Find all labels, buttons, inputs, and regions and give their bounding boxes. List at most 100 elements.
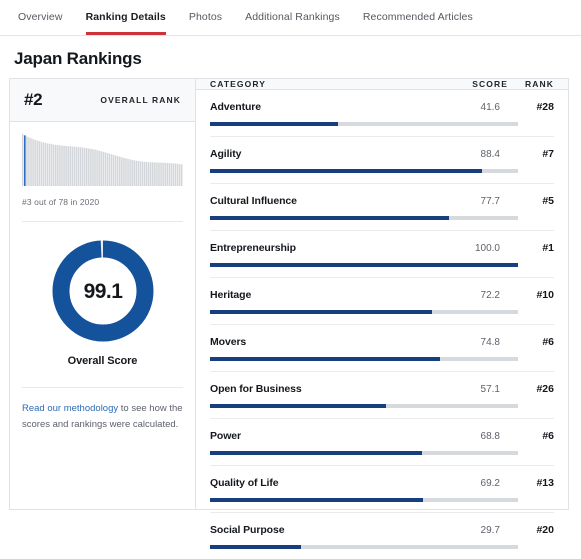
sparkline-bar [28, 137, 30, 186]
sparkline-bar [34, 139, 36, 186]
tab-overview[interactable]: Overview [18, 10, 79, 35]
category-rank: #1 [542, 242, 554, 254]
category-score: 88.4 [480, 149, 500, 160]
score-bar-fill [210, 169, 483, 173]
score-bar-fill [210, 545, 302, 549]
table-row[interactable]: Heritage 72.2 #10 [210, 278, 554, 325]
sparkline-bar [36, 140, 38, 186]
table-row[interactable]: Agility 88.4 #7 [210, 137, 554, 184]
table-row[interactable]: Adventure 41.6 #28 [210, 90, 554, 137]
sparkline-bar [112, 154, 115, 186]
sparkline-bar [116, 156, 119, 186]
sparkline-bar [69, 146, 71, 186]
overall-score-label: Overall Score [67, 355, 138, 367]
sparkline-bar [114, 155, 117, 186]
sparkline-bar [149, 162, 152, 186]
table-row[interactable]: Open for Business 57.1 #26 [210, 372, 554, 419]
category-rank: #6 [542, 430, 554, 442]
score-bar-track [210, 263, 518, 267]
sparkline-bar [108, 153, 111, 186]
score-bar-track [210, 216, 518, 220]
sparkline-bar [96, 150, 98, 186]
sparkline-bar [141, 161, 144, 186]
sparkline-bar [143, 161, 146, 186]
score-bar-fill [210, 357, 441, 361]
tab-additional-rankings[interactable]: Additional Rankings [245, 10, 356, 35]
sparkline-bar [52, 144, 55, 186]
sparkline-bar [176, 163, 179, 186]
table-row[interactable]: Entrepreneurship 100.0 #1 [210, 231, 554, 278]
category-name: Cultural Influence [210, 195, 297, 207]
score-bar-fill [210, 404, 386, 408]
table-row[interactable]: Cultural Influence 77.7 #5 [210, 184, 554, 231]
category-rank: #13 [536, 477, 554, 489]
sparkline-bar [104, 152, 107, 186]
category-name: Adventure [210, 101, 262, 113]
sparkline-bar [83, 147, 86, 186]
table-row[interactable]: Quality of Life 69.2 #13 [210, 466, 554, 513]
overall-rank-label: OVERALL RANK [100, 95, 181, 105]
category-rank: #26 [536, 383, 554, 395]
sparkline-bar [160, 162, 162, 186]
category-name: Entrepreneurship [210, 242, 296, 254]
sparkline-container [10, 122, 195, 186]
category-score: 74.8 [480, 337, 500, 348]
sparkline-bar [42, 142, 45, 186]
rank-distribution-sparkline [22, 134, 183, 186]
sparkline-bar [139, 161, 142, 186]
sparkline-bar [63, 145, 65, 186]
category-score: 29.7 [480, 525, 500, 536]
sparkline-bar [59, 145, 61, 186]
sparkline-bar [102, 151, 105, 186]
sparkline-bar [73, 146, 76, 186]
score-bar-track [210, 357, 518, 361]
table-row[interactable]: Social Purpose 29.7 #20 [210, 513, 554, 559]
category-name: Power [210, 430, 242, 442]
sparkline-bar [85, 148, 88, 186]
sparkline-bar [22, 134, 24, 186]
sparkline-bar [55, 144, 57, 186]
sparkline-bar [48, 143, 51, 186]
sparkline-bar-highlighted [24, 135, 26, 186]
column-header-score: SCORE [472, 79, 508, 89]
sparkline-bar [67, 146, 69, 186]
table-row[interactable]: Movers 74.8 #6 [210, 325, 554, 372]
category-name: Heritage [210, 289, 252, 301]
tab-bar: Overview Ranking Details Photos Addition… [0, 0, 581, 36]
score-bar-track [210, 404, 518, 408]
sparkline-bar [166, 162, 169, 186]
category-rank: #6 [542, 336, 554, 348]
score-bar-fill [210, 451, 422, 455]
sparkline-bar [162, 162, 164, 186]
score-bar-fill [210, 122, 339, 126]
sparkline-bar [158, 162, 160, 186]
sparkline-bar [65, 145, 67, 186]
score-bar-fill [210, 216, 450, 220]
table-row[interactable]: Power 68.8 #6 [210, 419, 554, 466]
category-score: 57.1 [480, 384, 500, 395]
score-bar-track [210, 122, 518, 126]
overall-score-donut: 99.1 [52, 240, 153, 342]
overall-rank-header: #2 OVERALL RANK [10, 79, 195, 122]
sparkline-bar [94, 149, 96, 186]
methodology-note: Read our methodology to see how the scor… [22, 387, 183, 433]
sparkline-bar [154, 162, 156, 186]
score-bar-fill [210, 310, 433, 314]
sparkline-bar [180, 164, 183, 186]
overall-score-container: 99.1 Overall Score [10, 222, 195, 367]
tab-photos[interactable]: Photos [189, 10, 238, 35]
score-bar-track [210, 169, 518, 173]
sparkline-bar [147, 162, 150, 186]
category-table-body: Adventure 41.6 #28 Agility 88.4 #7 Cultural In… [196, 90, 568, 559]
category-score: 41.6 [480, 102, 500, 113]
category-rank: #28 [536, 101, 554, 113]
sparkline-bar [119, 156, 121, 186]
methodology-link[interactable]: Read our methodology [22, 403, 118, 414]
sparkline-bar [30, 138, 32, 186]
sparkline-bar [170, 163, 173, 186]
sparkline-bar [50, 144, 53, 186]
sparkline-bar [129, 159, 131, 186]
tab-recommended-articles[interactable]: Recommended Articles [363, 10, 489, 35]
tab-ranking-details[interactable]: Ranking Details [85, 10, 182, 35]
sparkline-bar [106, 152, 109, 186]
